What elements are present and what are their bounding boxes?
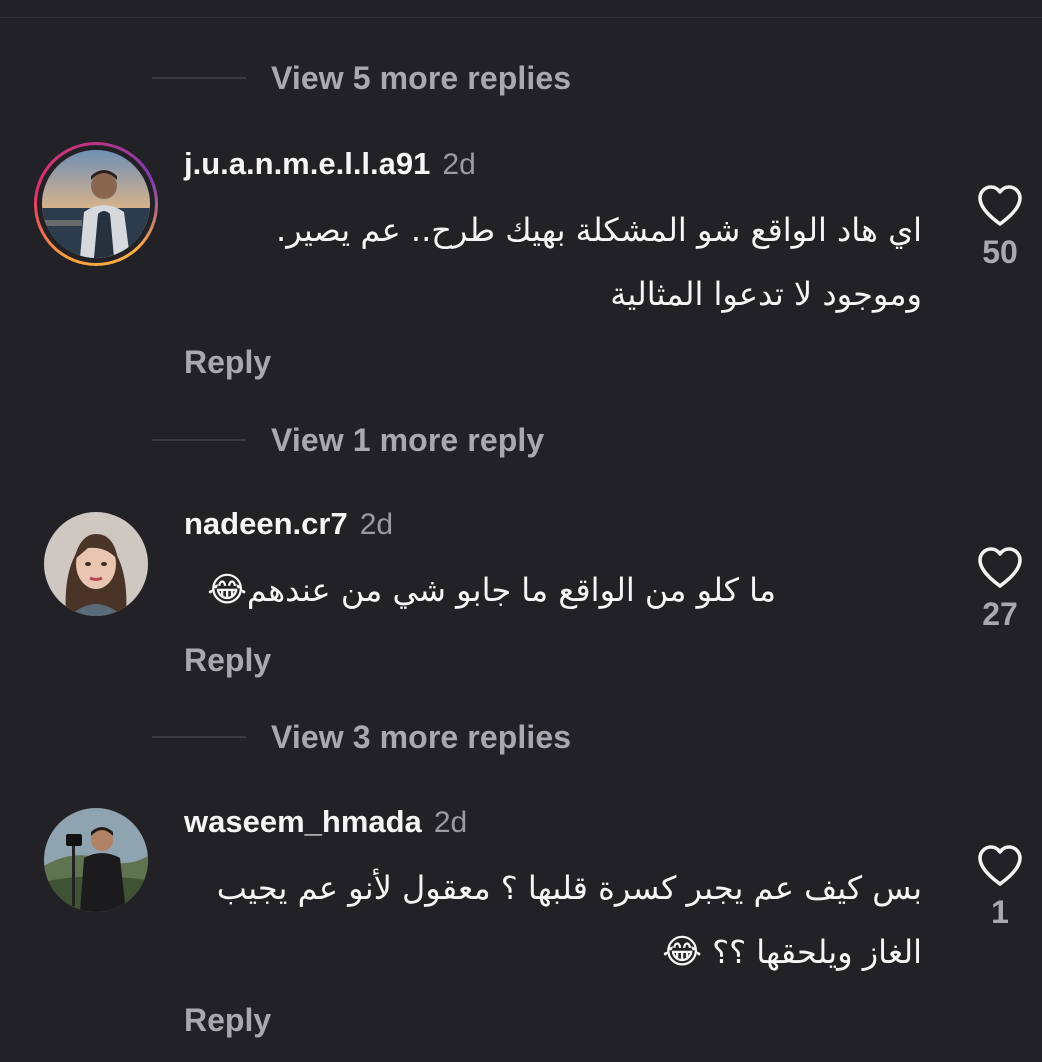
profile-photo-man-seaside-icon xyxy=(37,145,155,263)
previous-comment-fragment xyxy=(0,0,1042,18)
avatar[interactable] xyxy=(44,808,148,912)
timestamp: 2d xyxy=(442,148,476,181)
view-more-replies-button[interactable]: View 3 more replies xyxy=(152,717,571,757)
thread-line xyxy=(152,77,246,79)
like-button[interactable]: 1 xyxy=(970,844,1030,931)
comment-text-content: الغاز ويلحقها ؟؟ xyxy=(712,933,922,971)
thread-line xyxy=(152,439,246,441)
comments-panel: View 5 more replies j.u.a.n.m.e.l.l.a91 … xyxy=(0,0,1042,1062)
view-more-replies-label: View 3 more replies xyxy=(271,718,572,755)
comment-header: j.u.a.n.m.e.l.l.a91 2d xyxy=(184,146,476,182)
username[interactable]: nadeen.cr7 xyxy=(184,506,348,542)
view-more-replies-label: View 5 more replies xyxy=(271,59,572,96)
profile-photo-woman-icon xyxy=(44,512,148,616)
comment-text-line: وموجود لا تدعوا المثالية xyxy=(610,275,922,313)
reply-button[interactable]: Reply xyxy=(184,344,271,381)
reply-button[interactable]: Reply xyxy=(184,642,271,679)
comment-text-content: ما كلو من الواقع ما جابو شي من عندهم xyxy=(246,571,776,609)
divider xyxy=(0,17,1042,18)
view-more-replies-label: View 1 more reply xyxy=(271,421,545,458)
comment-text: اي هاد الواقع شو المشكلة بهيك طرح.. عم ي… xyxy=(162,198,922,326)
comment-text-line: ما كلو من الواقع ما جابو شي من عندهم😂 xyxy=(176,558,776,622)
comment-text: بس كيف عم يجبر كسرة قلبها ؟ معقول لأنو ع… xyxy=(162,856,922,984)
username[interactable]: j.u.a.n.m.e.l.l.a91 xyxy=(184,146,430,182)
comment-header: nadeen.cr7 2d xyxy=(184,506,393,542)
timestamp: 2d xyxy=(359,508,394,541)
avatar[interactable] xyxy=(44,512,148,616)
timestamp: 2d xyxy=(433,806,468,839)
heart-outline-icon xyxy=(978,185,1022,226)
username[interactable]: waseem_hmada xyxy=(184,804,422,840)
heart-outline-icon xyxy=(978,547,1022,588)
like-count: 27 xyxy=(982,596,1018,632)
thread-line xyxy=(152,736,246,738)
comment-text-line: بس كيف عم يجبر كسرة قلبها ؟ معقول لأنو ع… xyxy=(216,869,922,907)
like-button[interactable]: 50 xyxy=(970,184,1030,271)
comment-text-line: الغاز ويلحقها ؟؟ 😂 xyxy=(162,920,922,984)
like-count: 1 xyxy=(991,894,1009,930)
view-more-replies-button[interactable]: View 1 more reply xyxy=(152,420,544,460)
avatar[interactable] xyxy=(34,142,158,266)
like-count: 50 xyxy=(982,234,1018,270)
comment-header: waseem_hmada 2d xyxy=(184,804,467,840)
comment-text: ما كلو من الواقع ما جابو شي من عندهم😂 xyxy=(176,558,776,622)
face-with-tears-of-joy-emoji: 😂 xyxy=(207,570,247,610)
like-button[interactable]: 27 xyxy=(970,546,1030,633)
view-more-replies-button[interactable]: View 5 more replies xyxy=(152,58,571,98)
heart-outline-icon xyxy=(978,845,1022,886)
reply-button[interactable]: Reply xyxy=(184,1002,271,1039)
profile-photo-man-camera-icon xyxy=(44,808,148,912)
comment-text-line: اي هاد الواقع شو المشكلة بهيك طرح.. عم ي… xyxy=(276,211,922,249)
face-with-tears-of-joy-emoji: 😂 xyxy=(662,932,702,972)
